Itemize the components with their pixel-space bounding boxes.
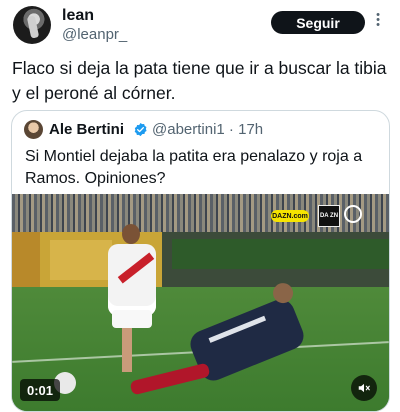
player-white-kit	[108, 224, 156, 372]
broadcast-indicator-icon	[344, 205, 362, 223]
video-duration: 0:01	[20, 379, 61, 401]
follow-button[interactable]: Seguir	[271, 11, 365, 34]
quoted-tweet-card[interactable]: Ale Bertini @abertini1 · 17h Si Montiel …	[11, 110, 390, 412]
volume-muted-icon	[358, 383, 370, 393]
quoted-author-avatar	[24, 120, 43, 139]
broadcaster-badge: DAZN.com	[271, 210, 309, 222]
verified-badge-icon	[134, 122, 147, 137]
author-avatar[interactable]	[13, 6, 51, 44]
broadcaster-logo: DA ZN	[318, 205, 340, 227]
pitch-hedge	[172, 239, 389, 269]
author-display-name[interactable]: lean	[62, 7, 94, 25]
quoted-author-handle: @abertini1 · 17h	[152, 121, 264, 138]
quoted-tweet-text: Si Montiel dejaba la patita era penalazo…	[25, 148, 363, 187]
mute-button[interactable]	[351, 375, 377, 401]
tweet-text: Flaco si deja la pata tiene que ir a bus…	[12, 58, 387, 103]
author-handle[interactable]: @leanpr_	[62, 26, 127, 43]
quoted-author-name: Ale Bertini	[49, 121, 125, 138]
video-player[interactable]: DAZN.com DA ZN 0:01	[12, 194, 389, 411]
more-vertical-icon[interactable]: • • •	[376, 10, 380, 31]
